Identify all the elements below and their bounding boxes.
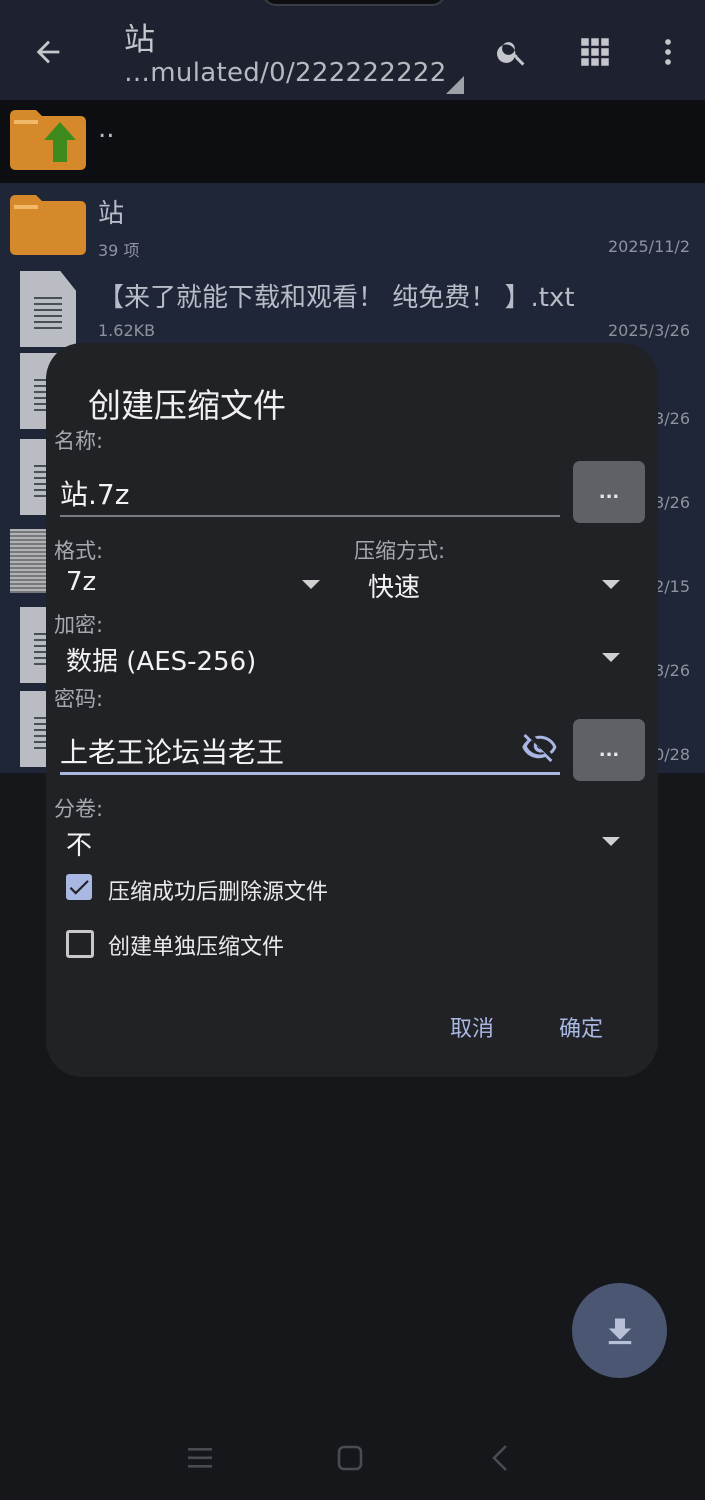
dialog-title: 创建压缩文件 xyxy=(88,386,286,425)
compression-method-select[interactable]: 快速 xyxy=(368,567,420,604)
item-meta: 39 项 xyxy=(98,241,140,260)
item-date: 2025/11/2 xyxy=(607,237,690,256)
item-name: 【来了就能下载和观看！ 纯免费！ 】.txt xyxy=(98,283,575,313)
encryption-dropdown-icon[interactable] xyxy=(602,653,620,662)
encryption-label: 加密: xyxy=(54,613,104,637)
back-button[interactable] xyxy=(24,30,72,74)
arrow-left-icon xyxy=(36,40,60,64)
checkmark-icon xyxy=(69,880,89,895)
parent-directory-row[interactable]: .. xyxy=(0,100,705,183)
list-item[interactable]: 【来了就能下载和观看！ 纯免费！ 】.txt 1.62KB 2025/3/26 xyxy=(0,267,705,351)
separate-archive-label[interactable]: 创建单独压缩文件 xyxy=(108,929,284,961)
browse-name-button[interactable]: ... xyxy=(573,461,645,523)
extract-fab[interactable] xyxy=(572,1283,667,1378)
create-archive-dialog: 创建压缩文件 名称: 站.7z ... 格式: 7z 压缩方式: 快速 加密: … xyxy=(46,343,658,1077)
toolbar-title: 站 xyxy=(124,22,155,58)
encryption-select[interactable]: 数据 (AES-256) xyxy=(66,641,256,678)
list-item[interactable]: 站 39 项 2025/11/2 xyxy=(0,183,705,267)
app-toolbar: 站 …mulated/0/222222222 xyxy=(0,0,705,100)
text-file-icon xyxy=(20,271,76,347)
menu-lines-icon xyxy=(188,1448,212,1468)
format-select[interactable]: 7z xyxy=(66,567,96,597)
grid-view-button[interactable] xyxy=(573,30,617,74)
item-date: 0/28 xyxy=(654,745,690,764)
search-icon xyxy=(497,42,525,66)
folder-up-icon xyxy=(10,110,86,170)
separate-archive-checkbox[interactable] xyxy=(66,930,94,958)
delete-source-checkbox[interactable] xyxy=(66,874,92,900)
password-label: 密码: xyxy=(54,687,104,711)
delete-source-label[interactable]: 压缩成功后删除源文件 xyxy=(108,874,328,906)
item-date: 3/26 xyxy=(654,493,690,512)
parent-directory-label: .. xyxy=(98,114,115,144)
item-date: 2025/3/26 xyxy=(607,321,690,340)
path-dropdown-icon[interactable] xyxy=(446,76,464,94)
volume-select[interactable]: 不 xyxy=(66,825,92,862)
volume-label: 分卷: xyxy=(54,797,104,821)
compression-method-label: 压缩方式: xyxy=(354,539,446,563)
recents-nav-button[interactable] xyxy=(180,1440,220,1476)
camera-notch xyxy=(262,0,446,6)
cancel-button[interactable]: 取消 xyxy=(450,1011,494,1043)
item-date: 3/26 xyxy=(654,661,690,680)
format-dropdown-icon[interactable] xyxy=(302,580,320,589)
name-label: 名称: xyxy=(54,429,104,453)
ok-button[interactable]: 确定 xyxy=(559,1011,603,1043)
item-name: 站 xyxy=(98,199,125,229)
home-nav-button[interactable] xyxy=(330,1440,370,1476)
download-icon xyxy=(608,1318,631,1344)
name-input-underline xyxy=(60,515,560,517)
back-nav-button[interactable] xyxy=(480,1440,520,1476)
eye-off-icon[interactable] xyxy=(520,729,560,765)
toolbar-path[interactable]: …mulated/0/222222222 xyxy=(124,58,447,88)
item-meta: 1.62KB xyxy=(98,321,156,340)
password-input[interactable]: 上老王论坛当老王 xyxy=(60,731,284,771)
item-date: 2/15 xyxy=(654,577,690,596)
grid-icon xyxy=(581,38,609,66)
password-input-underline xyxy=(60,772,560,775)
more-options-button[interactable] xyxy=(646,30,690,74)
folder-icon xyxy=(10,195,86,255)
password-options-button[interactable]: ... xyxy=(573,719,645,781)
more-vert-icon xyxy=(665,39,671,65)
format-label: 格式: xyxy=(54,539,104,563)
method-dropdown-icon[interactable] xyxy=(602,580,620,589)
volume-dropdown-icon[interactable] xyxy=(602,837,620,846)
item-date: 3/26 xyxy=(654,409,690,428)
archive-name-input[interactable]: 站.7z xyxy=(60,473,129,513)
chevron-left-icon xyxy=(492,1445,507,1471)
square-home-icon xyxy=(337,1445,363,1471)
search-button[interactable] xyxy=(490,30,534,74)
